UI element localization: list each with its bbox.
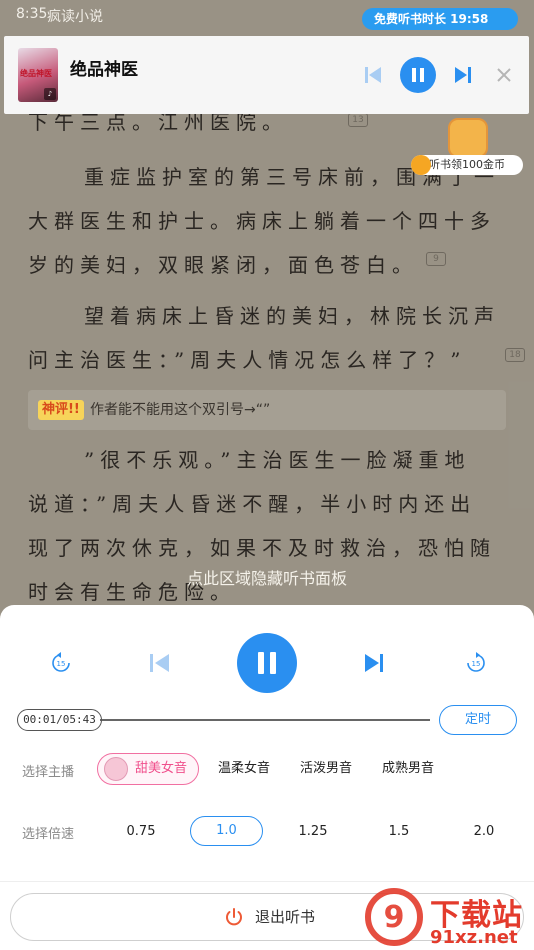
cover-title: 绝品神医 [20,69,52,78]
speed-option-selected[interactable]: 1.0 [190,816,263,846]
voice-avatar [104,757,128,781]
speed-option[interactable]: 1.5 [376,817,422,847]
paragraph-comment-count[interactable]: 13 [348,113,368,127]
voice-option-lively-male[interactable]: 活泼男音 [300,754,352,784]
text-line: 现了两次休克，如果不及时救治，恐怕随 [28,536,496,560]
svg-text:9: 9 [384,900,405,935]
speed-option[interactable]: 1.25 [290,817,336,847]
voice-option-gentle-female[interactable]: 温柔女音 [218,754,270,784]
book-title: 绝品神医 [70,60,138,80]
pause-icon [412,68,424,82]
pause-icon [258,652,276,674]
watermark-site: 91xz.net [430,927,518,948]
paragraph-comment-count[interactable]: 18 [505,348,525,362]
status-time: 8:35 [16,6,48,22]
pause-button[interactable] [237,633,297,693]
book-cover[interactable]: 绝品神医 ♪ [18,48,58,102]
voice-option-mature-male[interactable]: 成熟男音 [382,754,434,784]
divider [0,881,534,882]
hide-panel-hint[interactable]: 点此区域隐藏听书面板 [0,568,534,592]
text-line: 问主治医生：”周夫人情况怎么样了？” [28,348,467,372]
text-line: 大群医生和护士。病床上躺着一个四十多 [28,209,496,233]
voice-row-label: 选择主播 [22,765,75,780]
paragraph-comment-count[interactable]: 9 [426,252,446,266]
coin-icon [411,155,431,175]
voice-option-sweet-female[interactable]: 甜美女音 [97,753,199,785]
close-icon[interactable] [494,65,514,85]
skip-previous-icon[interactable] [148,652,172,674]
mini-player: 绝品神医 ♪ 绝品神医 [4,36,529,114]
svg-text:15: 15 [472,660,481,668]
progress-track[interactable] [100,719,430,721]
skip-next-icon[interactable] [452,64,474,86]
speed-option[interactable]: 0.75 [118,817,164,847]
skip-next-icon[interactable] [362,652,386,674]
text-line: ”很不乐观。”主治医生一脸凝重地 [84,448,471,472]
exit-listening-label: 退出听书 [255,908,316,926]
status-app-name: 疯读小说 [47,9,103,25]
coin-bag-icon[interactable] [448,118,488,158]
paragraph-3: 望着病床上昏迷的美妇，林院长沉声 问主治医生：”周夫人情况怎么样了？” [28,294,512,382]
hot-comment-bar[interactable]: 神评!! 作者能不能用这个双引号→“” [28,390,506,430]
progress-thumb[interactable]: 00:01/05:43 [17,709,102,731]
hot-comment-text: 作者能不能用这个双引号→“” [90,402,271,418]
svg-text:15: 15 [57,660,66,668]
hot-comment-tag: 神评!! [38,400,84,420]
power-icon [226,908,242,926]
skip-previous-icon[interactable] [362,64,384,86]
free-listening-badge[interactable]: 免费听书时长 19:58 [362,8,518,30]
speed-row-label: 选择倍速 [22,827,75,842]
speed-option[interactable]: 2.0 [461,817,507,847]
mini-pause-button[interactable] [400,57,436,93]
voice-option-label: 甜美女音 [135,761,188,776]
headphone-icon: ♪ [44,88,56,100]
text-line: 说道：”周夫人昏迷不醒，半小时内还出 [28,492,477,516]
forward-15-icon[interactable]: 15 [465,652,487,674]
timer-button[interactable]: 定时 [439,705,517,735]
rewind-15-icon[interactable]: 15 [50,652,72,674]
text-line: 望着病床上昏迷的美妇，林院长沉声 [84,304,500,328]
